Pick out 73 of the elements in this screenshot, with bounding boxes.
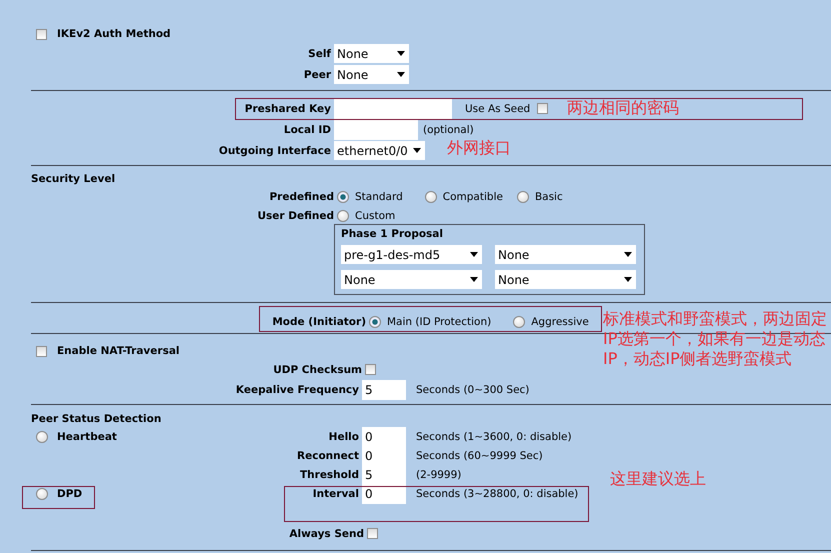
input-field[interactable]: 5	[362, 464, 406, 484]
field-label: Self	[307, 48, 332, 60]
dropdown[interactable]: pre-g1-des-md5	[341, 245, 482, 264]
annotation-text: 标准模式和野蛮模式，两边固定IP选第一个，如果有一边是动态IP，动态IP侧者选野蛮模式	[603, 309, 828, 369]
section-title: Peer Status Detection	[31, 413, 162, 425]
radio-button[interactable]	[369, 316, 381, 328]
section-label: Enable NAT-Traversal	[57, 345, 180, 357]
checkbox[interactable]	[36, 346, 47, 356]
panel-title: Phase 1 Proposal	[341, 228, 444, 240]
section-label: IKEv2 Auth Method	[57, 28, 171, 40]
caret-icon	[470, 277, 478, 282]
caret-icon	[470, 252, 478, 257]
caret-icon	[397, 72, 405, 77]
radio-label: Custom	[355, 210, 396, 222]
field-label: UDP Checksum	[272, 364, 363, 376]
radio-button[interactable]	[337, 190, 349, 202]
checkbox-label: Use As Seed	[465, 102, 530, 114]
field-label: Predefined	[268, 190, 335, 202]
radio-label: Compatible	[442, 190, 503, 202]
caret-icon	[413, 148, 421, 153]
caret-icon	[624, 277, 632, 282]
radio-button[interactable]	[516, 190, 529, 202]
input-field[interactable]: 0	[362, 426, 406, 446]
dropdown[interactable]: None	[495, 245, 636, 264]
radio-label: Heartbeat	[57, 430, 117, 442]
radio-button[interactable]	[424, 190, 437, 202]
hint-text: Seconds (3~28800, 0: disable)	[416, 488, 578, 500]
field-label: Interval	[312, 488, 360, 500]
caret-icon	[624, 252, 632, 257]
field-label: Peer	[302, 68, 332, 80]
dropdown[interactable]: None	[334, 44, 409, 63]
radio-label: Main (ID Protection)	[387, 316, 492, 328]
dropdown[interactable]: ethernet0/0	[334, 141, 425, 160]
field-label: Outgoing Interface	[218, 144, 332, 156]
input-field[interactable]: 5	[362, 380, 406, 400]
dropdown[interactable]: None	[334, 65, 409, 84]
dropdown[interactable]: None	[341, 270, 482, 289]
checkbox[interactable]	[537, 103, 548, 114]
dropdown[interactable]: None	[495, 270, 636, 289]
input-field[interactable]: 0	[362, 446, 406, 466]
field-label: Always Send	[288, 528, 365, 540]
annotation-text: 外网接口	[447, 138, 511, 158]
hint-text: Seconds (1~3600, 0: disable)	[416, 430, 572, 442]
field-label: Mode (Initiator)	[271, 316, 367, 328]
field-label: Preshared Key	[244, 102, 332, 114]
field-label: Threshold	[299, 468, 360, 480]
input-field[interactable]: 0	[362, 484, 406, 504]
hint-text: (optional)	[423, 124, 474, 136]
radio-label: Basic	[534, 190, 563, 202]
annotation-text: 这里建议选上	[610, 469, 706, 489]
section-title: Security Level	[31, 173, 116, 185]
field-label: Hello	[328, 430, 360, 442]
field-label: Local ID	[282, 124, 332, 136]
radio-button[interactable]	[36, 488, 48, 500]
hint-text: Seconds (60~9999 Sec)	[416, 450, 543, 462]
field-label: User Defined	[256, 210, 335, 222]
checkbox[interactable]	[367, 528, 378, 539]
radio-button[interactable]	[36, 430, 48, 442]
checkbox[interactable]	[36, 28, 47, 40]
radio-button[interactable]	[337, 210, 349, 222]
field-label: Keepalive Frequency	[234, 384, 360, 396]
caret-icon	[397, 51, 405, 56]
input-field[interactable]	[334, 120, 418, 140]
radio-label: Aggressive	[531, 316, 589, 328]
annotation-text: 两边相同的密码	[567, 98, 679, 118]
radio-label: DPD	[57, 488, 82, 500]
radio-button[interactable]	[513, 316, 526, 328]
radio-label: Standard	[355, 190, 403, 202]
checkbox[interactable]	[365, 364, 376, 375]
field-label: Reconnect	[296, 450, 360, 462]
password-field[interactable]	[334, 98, 452, 118]
hint-text: (2-9999)	[416, 468, 462, 480]
hint-text: Seconds (0~300 Sec)	[416, 384, 530, 396]
